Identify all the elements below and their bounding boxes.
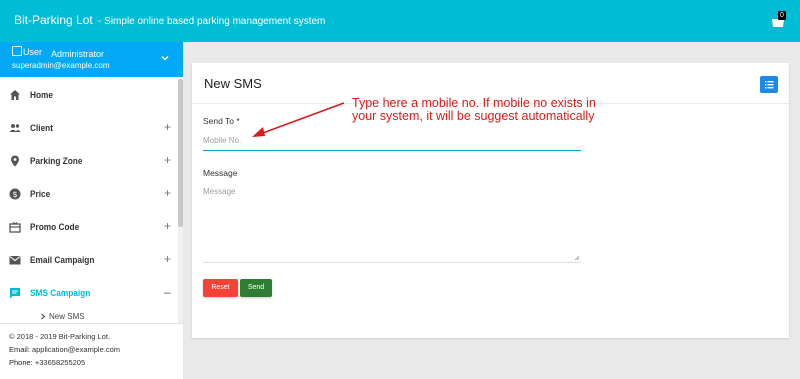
location-pin-icon — [11, 155, 19, 167]
sidebar-item-label: Parking Zone — [30, 156, 83, 166]
sidebar-item-label: Client — [30, 123, 54, 133]
sidebar-menu: Home Client + Parking Zone + $ Price + P… — [0, 79, 178, 323]
sidebar-footer: © 2018 - 2019 Bit-Parking Lot. Email: ap… — [0, 323, 183, 379]
user-name: Administrator — [51, 49, 105, 59]
list-icon — [765, 81, 774, 89]
sidebar-item-client[interactable]: Client + — [0, 112, 178, 144]
sidebar: User Administrator superadmin@example.co… — [0, 42, 183, 379]
annotation-text: Type here a mobile no. If mobile no exis… — [352, 97, 652, 123]
avatar: User — [12, 46, 42, 57]
sidebar-item-promo-code[interactable]: Promo Code + — [0, 211, 178, 243]
svg-text:$: $ — [12, 190, 17, 199]
cart-count-badge: 0 — [778, 11, 786, 20]
expand-toggle[interactable]: + — [164, 153, 171, 167]
chevron-down-icon[interactable] — [160, 53, 170, 63]
submenu-item-new-sms[interactable]: New SMS — [40, 312, 85, 321]
gift-card-icon — [9, 222, 21, 233]
phone-label: Phone: — [9, 358, 33, 367]
send-to-label: Send To * — [203, 116, 240, 126]
user-email: superadmin@example.com — [12, 61, 110, 70]
sidebar-item-sms-campaign[interactable]: SMS Campaign – — [0, 277, 178, 309]
sidebar-item-label: Promo Code — [30, 222, 80, 232]
top-bar: Bit-Parking Lot - Simple online based pa… — [0, 0, 800, 42]
copyright: © 2018 - 2019 Bit-Parking Lot. — [9, 332, 111, 341]
page-title: New SMS — [204, 76, 262, 91]
message-icon — [10, 288, 20, 299]
chevron-right-icon — [41, 313, 46, 319]
sidebar-item-price[interactable]: $ Price + — [0, 178, 178, 210]
sidebar-item-label: Email Campaign — [30, 255, 95, 265]
dollar-icon: $ — [9, 188, 21, 200]
expand-toggle[interactable]: + — [164, 186, 171, 200]
annotation-arrow — [252, 102, 345, 137]
submenu-label: New SMS — [49, 312, 85, 321]
annotation-line-2: your system, it will be suggest automati… — [352, 109, 595, 123]
sidebar-item-label: Home — [30, 90, 54, 100]
list-menu-button[interactable] — [760, 76, 778, 93]
user-info: User Administrator superadmin@example.co… — [0, 42, 183, 77]
message-underline — [203, 262, 581, 263]
collapse-toggle[interactable]: – — [164, 285, 171, 299]
sidebar-item-email-campaign[interactable]: Email Campaign + — [0, 244, 178, 276]
sidebar-item-label: SMS Campaign — [30, 288, 91, 298]
home-icon — [10, 90, 20, 100]
sidebar-item-parking-zone[interactable]: Parking Zone + — [0, 145, 178, 177]
email-value: application@example.com — [31, 345, 121, 354]
message-label: Message — [203, 168, 238, 178]
send-button[interactable]: Send — [240, 279, 272, 297]
footer-email: Email: application@example.com — [9, 343, 174, 356]
footer-phone: Phone: +33658255205 — [9, 356, 174, 369]
reset-button[interactable]: Reset — [203, 279, 238, 297]
app-tagline: - Simple online based parking management… — [98, 16, 326, 27]
phone-value: +33658255205 — [34, 358, 86, 367]
email-label: Email: — [9, 345, 30, 354]
mail-icon — [9, 256, 21, 265]
sidebar-item-home[interactable]: Home — [0, 79, 178, 111]
expand-toggle[interactable]: + — [164, 120, 171, 134]
cart-button[interactable]: 0 — [771, 11, 789, 30]
expand-toggle[interactable]: + — [164, 252, 171, 266]
sidebar-scrollbar-thumb[interactable] — [178, 79, 183, 227]
expand-toggle[interactable]: + — [164, 219, 171, 233]
mobile-input-underline — [203, 150, 581, 151]
resize-handle-icon[interactable] — [574, 255, 580, 261]
brand[interactable]: Bit-Parking Lot - Simple online based pa… — [14, 13, 325, 27]
people-icon — [9, 124, 21, 132]
message-textarea[interactable]: Message — [203, 187, 581, 259]
sidebar-item-label: Price — [30, 189, 51, 199]
app-name: Bit-Parking Lot — [14, 13, 93, 27]
